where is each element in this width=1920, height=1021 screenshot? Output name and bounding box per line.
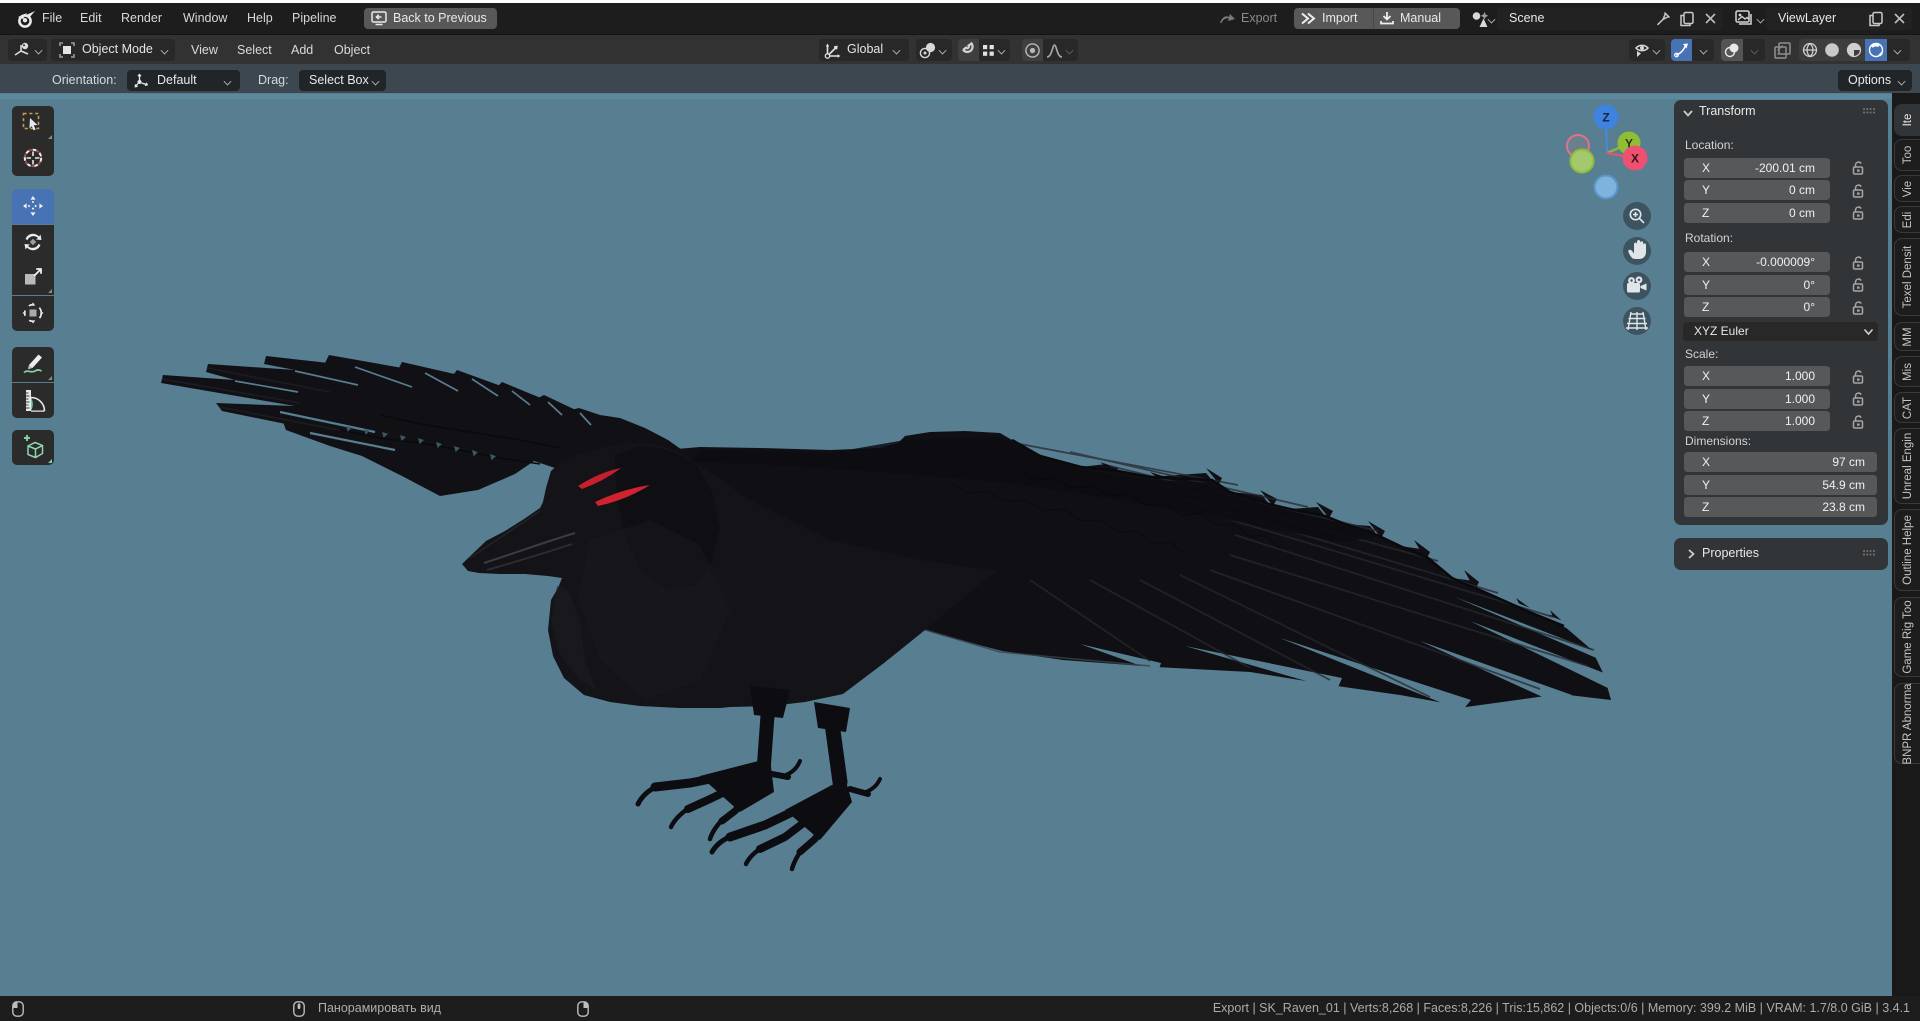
svg-text:X: X bbox=[1631, 152, 1639, 166]
svg-text:Z: Z bbox=[1602, 111, 1609, 125]
